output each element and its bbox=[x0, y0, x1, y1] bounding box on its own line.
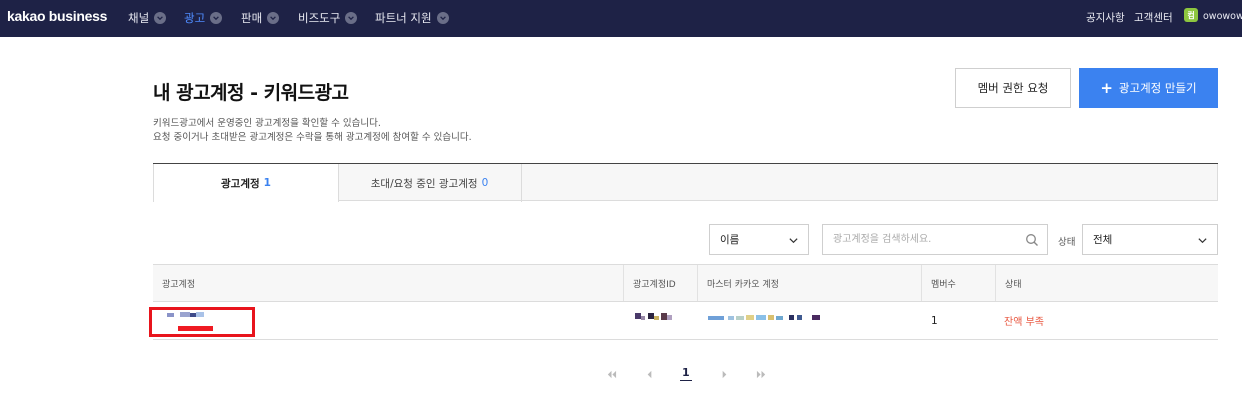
tab-count: 0 bbox=[481, 177, 489, 189]
table-row[interactable]: 1 잔액 부족 bbox=[153, 302, 1218, 340]
status-cell: 잔액 부족 bbox=[1004, 317, 1044, 328]
chevron-down-icon bbox=[210, 12, 223, 24]
page-description-line-2: 요청 중이거나 초대받은 광고계정은 수락을 통해 광고계정에 참여할 수 있습… bbox=[153, 132, 472, 143]
chevron-down-icon bbox=[436, 12, 449, 24]
member-count-cell: 1 bbox=[931, 314, 938, 327]
nav-item-biz-tools[interactable]: 비즈도구 bbox=[298, 10, 358, 26]
nav-item-label: 판매 bbox=[241, 11, 263, 25]
first-page-icon[interactable] bbox=[604, 367, 618, 381]
page-title: 내 광고계정 - 키워드광고 bbox=[153, 82, 349, 104]
chevron-down-icon bbox=[1198, 238, 1207, 244]
column-header-account: 광고계정 bbox=[162, 279, 196, 290]
chevron-down-icon bbox=[345, 12, 358, 24]
tab-ad-accounts[interactable]: 광고계정 1 bbox=[153, 164, 339, 202]
nav-item-label: 비즈도구 bbox=[298, 11, 341, 25]
next-page-icon[interactable] bbox=[717, 367, 731, 381]
create-ad-account-button[interactable]: + 광고계정 만들기 bbox=[1079, 68, 1218, 108]
last-page-icon[interactable] bbox=[754, 367, 768, 381]
table-header: 광고계정 광고계정ID 마스터 카카오 계정 멤버수 상태 bbox=[153, 264, 1218, 302]
nav-item-label: 광고 bbox=[184, 11, 206, 25]
support-link[interactable]: 고객센터 bbox=[1134, 10, 1173, 25]
search-field[interactable] bbox=[822, 224, 1048, 255]
status-filter-label: 상태 bbox=[1058, 237, 1076, 248]
sort-select-value: 이름 bbox=[720, 234, 740, 246]
chevron-down-icon bbox=[154, 12, 167, 24]
nav-item-sales[interactable]: 판매 bbox=[241, 10, 280, 26]
plus-icon: + bbox=[1100, 78, 1113, 97]
search-icon[interactable] bbox=[1025, 233, 1039, 247]
tab-label: 광고계정 bbox=[221, 177, 260, 190]
column-header-master-account: 마스터 카카오 계정 bbox=[697, 265, 922, 301]
kakao-business-logo[interactable]: kakao business bbox=[7, 8, 107, 24]
chevron-down-icon bbox=[267, 12, 280, 24]
tab-invited-requested[interactable]: 초대/요청 중인 광고계정 0 bbox=[338, 164, 522, 202]
tab-count: 1 bbox=[263, 177, 271, 189]
search-input[interactable] bbox=[823, 225, 1013, 254]
previous-page-icon[interactable] bbox=[642, 367, 656, 381]
nav-item-label: 채널 bbox=[128, 11, 150, 25]
sort-select[interactable]: 이름 bbox=[709, 224, 809, 255]
notice-link[interactable]: 공지사항 bbox=[1086, 10, 1125, 25]
current-page-number[interactable]: 1 bbox=[680, 366, 692, 381]
page-description-line-1: 키워드광고에서 운영중인 광고계정을 확인할 수 있습니다. bbox=[153, 118, 381, 129]
username[interactable]: owowow bbox=[1203, 11, 1242, 22]
column-header-status: 상태 bbox=[995, 265, 1218, 301]
nav-item-label: 파트너 지원 bbox=[375, 11, 432, 25]
chevron-down-icon bbox=[789, 238, 798, 244]
avatar[interactable]: 컴 bbox=[1184, 8, 1198, 22]
column-header-members: 멤버수 bbox=[921, 265, 996, 301]
nav-item-partner-support[interactable]: 파트너 지원 bbox=[375, 10, 449, 26]
top-nav-bar: kakao business 채널 광고 판매 비즈도구 파트너 지원 공지사항… bbox=[0, 0, 1242, 37]
nav-item-channel[interactable]: 채널 bbox=[128, 10, 167, 26]
nav-item-ads[interactable]: 광고 bbox=[184, 10, 223, 26]
create-ad-account-label: 광고계정 만들기 bbox=[1118, 81, 1197, 95]
highlight-box bbox=[149, 307, 255, 337]
status-select[interactable]: 전체 bbox=[1082, 224, 1218, 255]
status-select-value: 전체 bbox=[1093, 234, 1113, 246]
column-header-account-id: 광고계정ID bbox=[623, 265, 698, 301]
member-permission-request-button[interactable]: 멤버 권한 요청 bbox=[955, 68, 1071, 108]
tab-label: 초대/요청 중인 광고계정 bbox=[370, 177, 478, 190]
